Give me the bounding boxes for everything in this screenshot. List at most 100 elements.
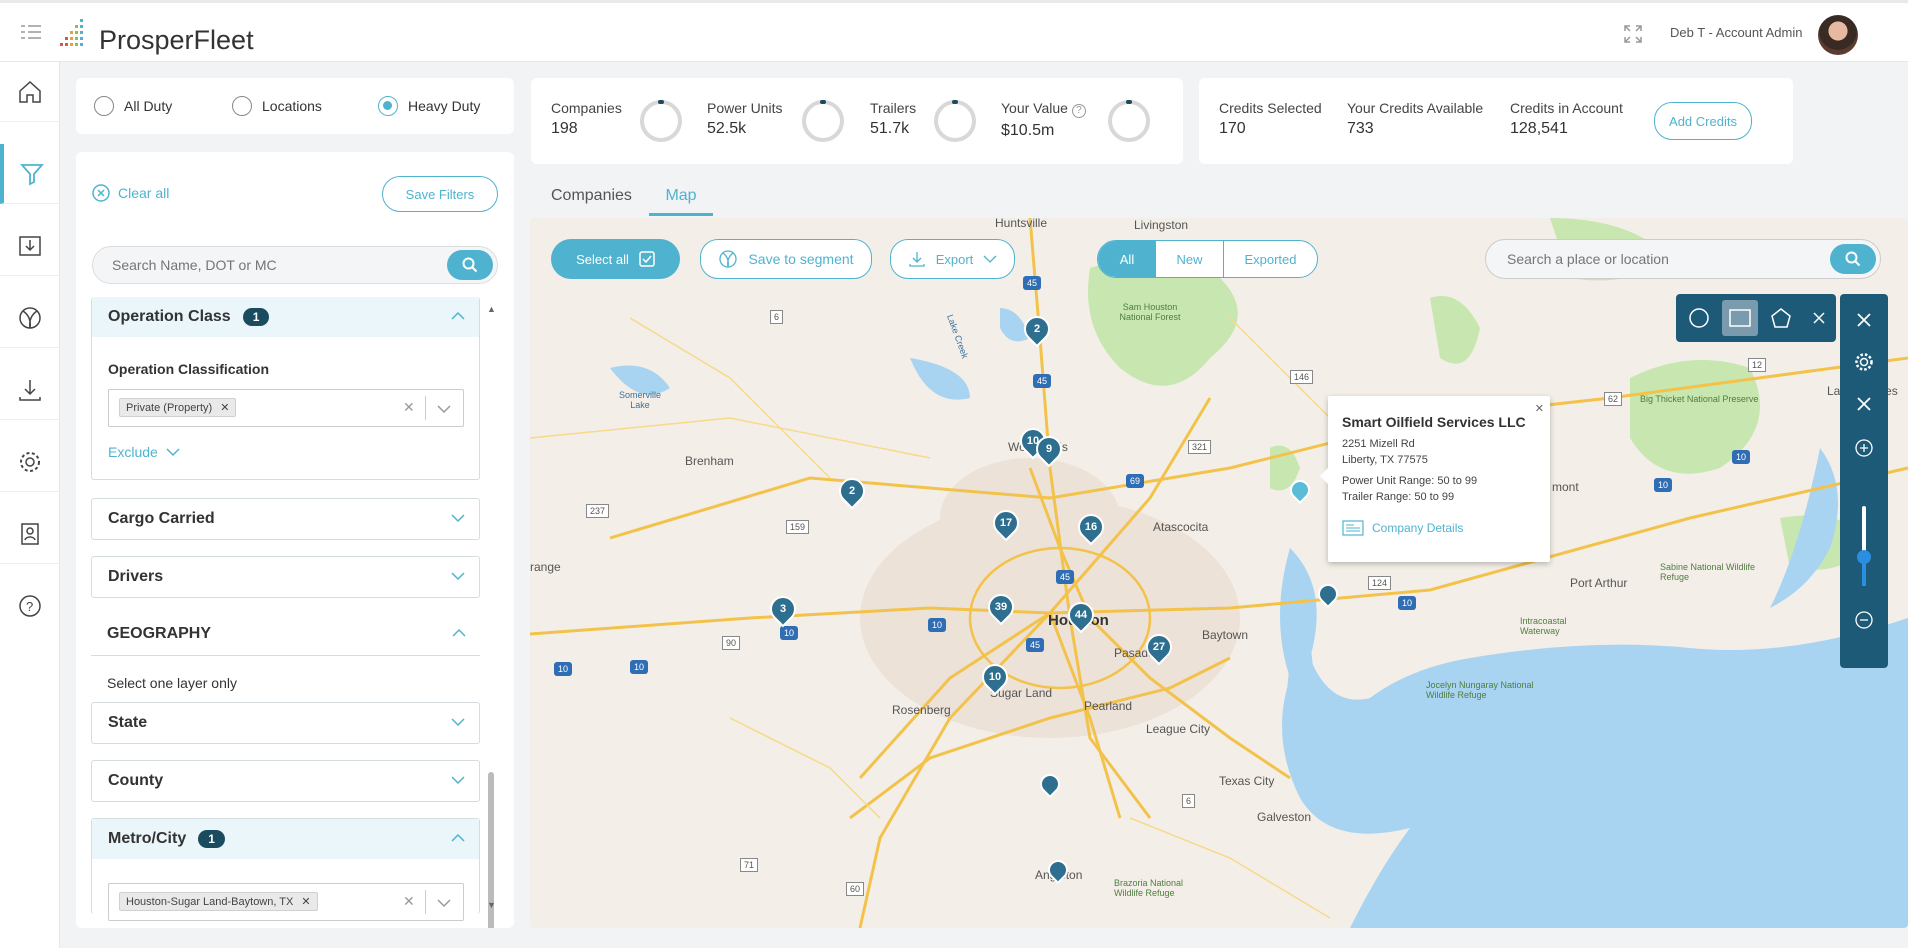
- clear-select-icon[interactable]: ✕: [403, 399, 415, 416]
- segment-icon[interactable]: [0, 288, 60, 348]
- search-button[interactable]: [447, 250, 493, 280]
- add-credits-button[interactable]: Add Credits: [1654, 102, 1752, 140]
- save-segment-label: Save to segment: [748, 251, 854, 267]
- popup-trailers: Trailer Range: 50 to 99: [1342, 491, 1455, 503]
- polygon-tool-icon[interactable]: [1766, 303, 1796, 333]
- home-icon[interactable]: [0, 62, 60, 122]
- remove-tag-icon[interactable]: ✕: [220, 401, 229, 414]
- section-title: Drivers: [108, 568, 164, 585]
- close-icon[interactable]: [1856, 312, 1872, 331]
- select-all-button[interactable]: Select all: [551, 239, 680, 279]
- operation-class-header[interactable]: Operation Class 1: [92, 297, 479, 337]
- zoom-in-icon[interactable]: [1854, 438, 1874, 461]
- rectangle-tool-icon[interactable]: [1722, 300, 1758, 336]
- city-label: League City: [1146, 722, 1211, 736]
- save-filters-button[interactable]: Save Filters: [382, 176, 498, 212]
- gear-icon[interactable]: [1854, 352, 1874, 375]
- help-icon[interactable]: ?: [0, 576, 60, 636]
- stat-value: $10.5m: [1001, 122, 1055, 139]
- place-search-button[interactable]: [1830, 244, 1876, 274]
- settings-icon[interactable]: [0, 432, 60, 492]
- tab-map[interactable]: Map: [649, 178, 713, 216]
- highway-shield: 237: [586, 504, 610, 518]
- companies-ring: [640, 100, 682, 142]
- stat-your-value: Your Value ? $10.5m: [1001, 100, 1086, 140]
- state-section[interactable]: State: [91, 702, 480, 744]
- county-section[interactable]: County: [91, 760, 480, 802]
- metro-city-header[interactable]: Metro/City 1: [92, 819, 479, 859]
- import-icon[interactable]: [0, 216, 60, 276]
- scroll-down-icon[interactable]: ▼: [487, 900, 496, 910]
- remove-tag-icon[interactable]: ✕: [301, 895, 310, 908]
- city-label: Huntsville: [995, 218, 1048, 230]
- user-name[interactable]: Deb T - Account Admin: [1670, 25, 1802, 40]
- avatar[interactable]: [1818, 15, 1858, 55]
- city-label: Brenham: [685, 454, 734, 468]
- geography-header[interactable]: GEOGRAPHY: [91, 614, 480, 656]
- drivers-section[interactable]: Drivers: [91, 556, 480, 598]
- radio-locations[interactable]: Locations: [232, 96, 322, 116]
- filter-count-badge: 1: [198, 830, 225, 848]
- top-bar: ProsperFleet Deb T - Account Admin: [0, 0, 1908, 62]
- stat-value: 52.5k: [707, 120, 747, 137]
- radio-all-duty[interactable]: All Duty: [94, 96, 172, 116]
- contacts-icon[interactable]: [0, 504, 60, 564]
- company-search: [92, 246, 498, 284]
- city-label: Texas City: [1219, 774, 1275, 788]
- map-side-controls: [1840, 294, 1888, 668]
- circle-tool-icon[interactable]: [1684, 303, 1714, 333]
- side-nav: ?: [0, 62, 60, 948]
- highway-shield: 6: [770, 310, 784, 324]
- park-label: Brazoria National Wildlife Refuge: [1114, 878, 1184, 898]
- close-draw-icon[interactable]: [1804, 303, 1834, 333]
- stat-label: Power Units: [707, 100, 783, 116]
- fullscreen-icon[interactable]: [1624, 25, 1642, 46]
- popup-title: Smart Oilfield Services LLC: [1342, 414, 1526, 430]
- clear-all-button[interactable]: Clear all: [92, 184, 169, 202]
- stat-label: Your Credits Available: [1347, 100, 1484, 116]
- stat-power-units: Power Units 52.5k: [707, 100, 782, 138]
- exclude-label: Exclude: [108, 444, 158, 460]
- interstate-shield: 10: [554, 662, 573, 676]
- stat-value: 51.7k: [870, 120, 910, 137]
- operation-class-select[interactable]: Private (Property) ✕ ✕: [108, 389, 464, 427]
- company-popup: ✕ Smart Oilfield Services LLC 2251 Mizel…: [1320, 396, 1550, 562]
- scroll-up-icon[interactable]: ▲: [487, 304, 496, 314]
- close-icon[interactable]: ✕: [1535, 402, 1544, 415]
- highway-shield: 321: [1188, 440, 1212, 454]
- info-icon[interactable]: ?: [1071, 104, 1086, 118]
- menu-icon[interactable]: [20, 23, 42, 44]
- credits-panel: Credits Selected 170 Your Credits Availa…: [1199, 78, 1793, 164]
- filter-icon[interactable]: [0, 144, 60, 204]
- metro-city-select[interactable]: Houston-Sugar Land-Baytown, TX ✕ ✕: [108, 883, 464, 921]
- download-icon[interactable]: [0, 360, 60, 420]
- export-button[interactable]: Export: [890, 239, 1015, 279]
- tab-companies[interactable]: Companies: [551, 187, 632, 205]
- save-to-segment-button[interactable]: Save to segment: [700, 239, 872, 279]
- clear-select-icon[interactable]: ✕: [403, 893, 415, 910]
- zoom-slider-thumb[interactable]: [1857, 550, 1871, 564]
- filter-new[interactable]: New: [1156, 241, 1224, 277]
- cargo-carried-section[interactable]: Cargo Carried: [91, 498, 480, 540]
- exclude-toggle[interactable]: Exclude: [108, 444, 180, 460]
- record-filter-toggle: All New Exported: [1097, 240, 1318, 278]
- stat-label: Credits Selected: [1219, 100, 1322, 116]
- radio-circle[interactable]: [232, 96, 252, 116]
- metro-city-section: Metro/City 1 Houston-Sugar Land-Baytown,…: [91, 818, 480, 921]
- section-title: State: [108, 714, 148, 731]
- zoom-slider-track[interactable]: [1857, 506, 1871, 586]
- radio-circle[interactable]: [378, 96, 398, 116]
- place-search-input[interactable]: [1487, 241, 1817, 277]
- zoom-out-icon[interactable]: [1854, 610, 1874, 633]
- chevron-up-icon: [451, 833, 465, 842]
- clear-shapes-icon[interactable]: [1856, 396, 1872, 415]
- stat-trailers: Trailers 51.7k: [870, 100, 916, 138]
- filter-scrollbar[interactable]: ▲ ▼: [486, 304, 496, 928]
- filter-all[interactable]: All: [1098, 241, 1156, 277]
- radio-heavy-duty[interactable]: Heavy Duty: [378, 96, 480, 116]
- filter-exported[interactable]: Exported: [1224, 241, 1317, 277]
- value-ring: [1108, 100, 1150, 142]
- company-search-input[interactable]: [94, 248, 434, 282]
- radio-circle[interactable]: [94, 96, 114, 116]
- company-details-link[interactable]: Company Details: [1342, 520, 1463, 536]
